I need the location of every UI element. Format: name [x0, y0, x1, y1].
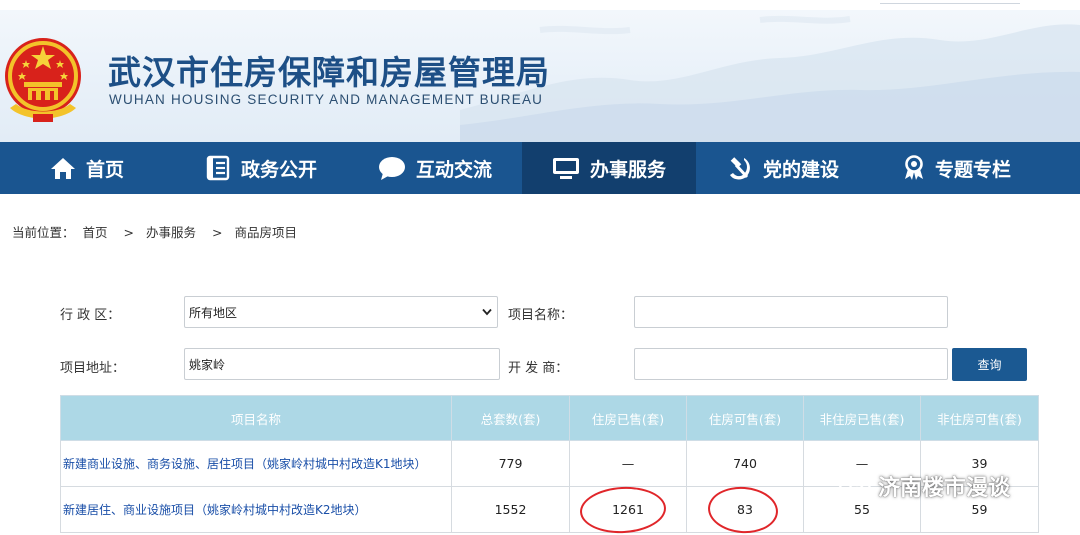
- column-header: 非住房已售(套): [803, 395, 921, 441]
- developer-input[interactable]: [634, 348, 948, 380]
- hammer-sickle-icon: [729, 157, 750, 180]
- nav-label: 首页: [85, 158, 124, 181]
- monitor-icon: [552, 158, 579, 179]
- table-cell: 740: [686, 440, 804, 487]
- site-title: 武汉市住房保障和房屋管理局: [108, 53, 550, 92]
- column-header: 住房可售(套): [686, 395, 804, 441]
- results-table: 项目名称 总套数(套) 住房已售(套) 住房可售(套) 非住房已售(套) 非住房…: [60, 395, 1039, 533]
- chevron-down-icon: [482, 308, 492, 316]
- watermark: 济南楼市漫谈: [838, 470, 1010, 502]
- project-link[interactable]: 新建商业设施、商务设施、居住项目（姚家岭村城中村改造K1地块）: [60, 440, 452, 487]
- project-name-input[interactable]: [634, 296, 948, 328]
- address-input-value: 姚家岭: [189, 357, 226, 372]
- district-select[interactable]: 所有地区: [184, 296, 498, 328]
- nav-item-services[interactable]: 办事服务: [522, 142, 696, 194]
- address-label: 项目地址：: [60, 361, 126, 376]
- address-input[interactable]: 姚家岭: [184, 348, 500, 380]
- watermark-text: 济南楼市漫谈: [878, 476, 1011, 501]
- national-emblem-icon: [5, 38, 81, 122]
- table-cell: 1552: [451, 486, 570, 533]
- district-label: 行 政 区：: [60, 308, 121, 323]
- nav-label: 政务公开: [240, 158, 317, 181]
- column-header: 住房已售(套): [569, 395, 687, 441]
- site-header: 武汉市住房保障和房屋管理局 WUHAN HOUSING SECURITY AND…: [0, 0, 1080, 142]
- breadcrumb-services[interactable]: 办事服务: [146, 225, 196, 240]
- breadcrumb-separator: >: [123, 225, 134, 240]
- column-header: 总套数(套): [451, 395, 570, 441]
- column-header: 非住房可售(套): [920, 395, 1039, 441]
- project-link[interactable]: 新建居住、商业设施项目（姚家岭村城中村改造K2地块）: [60, 486, 452, 533]
- breadcrumb: 当前位置： 首页 > 办事服务 > 商品房项目: [12, 222, 301, 241]
- table-cell: —: [569, 440, 687, 487]
- column-header: 项目名称: [60, 395, 452, 441]
- district-select-value: 所有地区: [189, 305, 238, 320]
- nav-label: 党的建设: [762, 158, 839, 181]
- site-subtitle: WUHAN HOUSING SECURITY AND MANAGEMENT BU…: [109, 92, 544, 107]
- ribbon-award-icon: [904, 155, 923, 180]
- nav-label: 互动交流: [415, 158, 492, 181]
- nav-item-interaction[interactable]: 互动交流: [348, 142, 522, 194]
- nav-label: 专题专栏: [934, 158, 1011, 181]
- document-icon: [206, 155, 230, 181]
- query-button[interactable]: 查询: [952, 348, 1027, 381]
- chat-bubble-icon: [378, 157, 405, 180]
- table-header-row: 项目名称 总套数(套) 住房已售(套) 住房可售(套) 非住房已售(套) 非住房…: [60, 395, 1039, 441]
- breadcrumb-home[interactable]: 首页: [83, 225, 108, 240]
- nav-item-party-building[interactable]: 党的建设: [696, 142, 870, 194]
- nav-item-home[interactable]: 首页: [0, 142, 174, 194]
- nav-label: 办事服务: [589, 158, 666, 181]
- table-cell: 779: [451, 440, 570, 487]
- mountain-background: [460, 15, 1080, 142]
- nav-item-gov-affairs[interactable]: 政务公开: [174, 142, 348, 194]
- breadcrumb-prefix: 当前位置：: [12, 225, 75, 240]
- breadcrumb-current: 商品房项目: [234, 225, 297, 240]
- wechat-icon: [838, 472, 872, 499]
- home-icon: [50, 158, 75, 179]
- breadcrumb-separator: >: [211, 225, 223, 240]
- developer-label: 开 发 商：: [508, 361, 569, 376]
- main-nav: 首页 政务公开 互动交流 办事服务 党的建设 专题专栏: [0, 142, 1080, 194]
- project-name-label: 项目名称：: [508, 308, 574, 323]
- nav-item-special-topics[interactable]: 专题专栏: [870, 142, 1044, 194]
